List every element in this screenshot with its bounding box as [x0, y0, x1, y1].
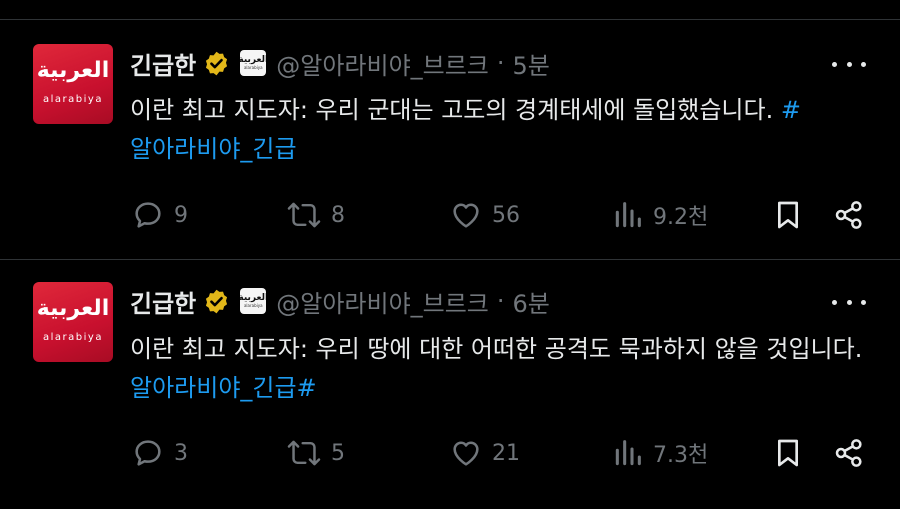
action-bar: 9 8 56 9.2천 [0, 195, 900, 235]
retweet-button[interactable]: 8 [287, 195, 345, 235]
retweet-count: 8 [331, 202, 345, 228]
separator-dot: · [496, 287, 505, 315]
retweet-icon [287, 202, 321, 228]
retweet-count: 5 [331, 440, 345, 466]
reply-count: 3 [174, 440, 188, 466]
avatar-arabic-logo: العربية [36, 58, 110, 83]
hashtag-symbol: # [780, 96, 801, 124]
tweet-header: 긴급한 العربية alarabiya @알아라비야_브르크 · 5분 [130, 45, 550, 81]
affiliate-badge-arabic: العربية [240, 293, 266, 303]
tweet-1[interactable]: العربية alarabiya 긴급한 العربية alarabiya … [0, 20, 900, 259]
tweet-2[interactable]: العربية alarabiya 긴급한 العربية alarabiya … [0, 260, 900, 509]
views-button[interactable]: 7.3천 [613, 433, 708, 473]
author-name[interactable]: 긴급한 [130, 46, 196, 81]
bookmark-icon [778, 439, 799, 467]
share-icon [835, 439, 862, 467]
timestamp[interactable]: 5분 [513, 46, 550, 81]
like-count: 21 [492, 440, 520, 466]
like-icon [453, 203, 479, 228]
reply-button[interactable]: 3 [132, 433, 188, 473]
affiliate-badge-icon[interactable]: العربية alarabiya [240, 50, 267, 76]
affiliate-badge-arabic: العربية [240, 55, 266, 65]
reply-icon [135, 202, 161, 228]
views-count: 7.3천 [653, 443, 709, 468]
avatar[interactable]: العربية alarabiya [33, 282, 113, 362]
reply-button[interactable]: 9 [132, 195, 188, 235]
avatar-arabic-logo: العربية [36, 296, 110, 321]
retweet-button[interactable]: 5 [287, 433, 345, 473]
avatar-latin-logo: alarabiya [43, 332, 103, 343]
more-icon[interactable] [832, 292, 866, 312]
like-icon [453, 441, 479, 466]
share-button[interactable] [833, 433, 865, 473]
more-icon[interactable] [832, 54, 866, 74]
author-handle[interactable]: @알아라비야_브르크 [276, 46, 489, 81]
reply-icon [135, 440, 161, 466]
avatar[interactable]: العربية alarabiya [33, 44, 113, 124]
views-button[interactable]: 9.2천 [613, 195, 708, 235]
action-bar: 3 5 21 7.3천 [0, 433, 900, 473]
affiliate-badge-latin: alarabiya [243, 65, 263, 70]
tweet-text-body: 이란 최고 지도자: 우리 땅에 대한 어떠한 공격도 묵과하지 않을 것입니다… [130, 335, 863, 363]
affiliate-badge-icon[interactable]: العربية alarabiya [240, 288, 267, 314]
views-icon [615, 440, 641, 466]
hashtag-link[interactable]: 알아라비야_긴급# [130, 374, 317, 402]
views-count: 9.2천 [653, 205, 709, 230]
tweet-text: 이란 최고 지도자: 우리 군대는 고도의 경계태세에 돌입했습니다. # 알아라… [130, 91, 875, 169]
timestamp[interactable]: 6분 [513, 284, 550, 319]
tweet-text-body: 이란 최고 지도자: 우리 군대는 고도의 경계태세에 돌입했습니다. [130, 96, 781, 124]
share-icon [835, 201, 862, 229]
bookmark-button[interactable] [773, 195, 803, 235]
like-button[interactable]: 56 [450, 195, 520, 235]
verified-badge-icon [206, 289, 228, 313]
bookmark-button[interactable] [773, 433, 803, 473]
bookmark-icon [778, 201, 799, 229]
avatar-latin-logo: alarabiya [43, 94, 103, 105]
views-icon [615, 202, 641, 228]
like-count: 56 [492, 202, 520, 228]
share-button[interactable] [833, 195, 865, 235]
retweet-icon [287, 440, 321, 466]
author-handle[interactable]: @알아라비야_브르크 [276, 284, 489, 319]
reply-count: 9 [174, 202, 188, 228]
tweet-header: 긴급한 العربية alarabiya @알아라비야_브르크 · 6분 [130, 283, 550, 319]
like-button[interactable]: 21 [450, 433, 520, 473]
author-name[interactable]: 긴급한 [130, 284, 196, 319]
hashtag-text: 알아라비야_긴급 [130, 135, 297, 163]
verified-badge-icon [206, 51, 228, 75]
separator-dot: · [496, 49, 505, 77]
tweet-text: 이란 최고 지도자: 우리 땅에 대한 어떠한 공격도 묵과하지 않을 것입니다… [130, 330, 870, 408]
affiliate-badge-latin: alarabiya [243, 303, 263, 308]
